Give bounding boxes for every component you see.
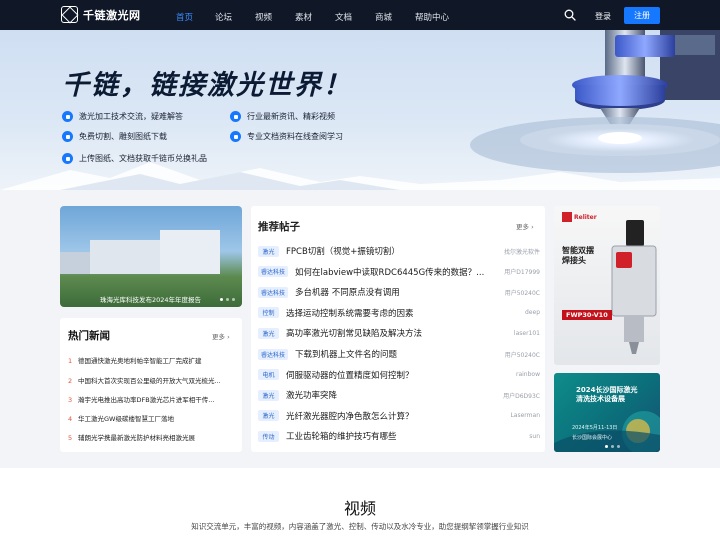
post-row[interactable]: 控制 选择运动控制系统需要考虑的因素 deep xyxy=(258,306,540,320)
post-tag[interactable]: 控制 xyxy=(258,307,279,319)
hot-news-panel: 热门新闻 更多 › 1 德国通快激光奥地利帕辛智能工厂完成扩建 2 中国科大首次实现… xyxy=(60,318,242,452)
post-row[interactable]: 激光 光纤激光器腔内净色散怎么计算？ Laserman xyxy=(258,409,540,423)
hero-feature: 专业文档资料在线查阅学习 xyxy=(230,131,343,142)
welding-head-image xyxy=(562,212,657,354)
post-row[interactable]: 睿达科技 下载到机器上文件名的问题 用户50240C xyxy=(258,347,540,361)
posts-title: 推荐帖子 xyxy=(258,221,300,233)
ad-date: 2024年5月11-13日 xyxy=(572,425,618,431)
post-author: 用户D6D93C xyxy=(503,392,540,400)
hot-news-more-link[interactable]: 更多 › xyxy=(212,331,230,341)
nav-help[interactable]: 帮助中心 xyxy=(415,11,449,23)
post-tag[interactable]: 电机 xyxy=(258,369,279,381)
search-icon[interactable] xyxy=(564,9,576,21)
news-carousel[interactable]: 珠海光库科技发布2024年年度报告 xyxy=(60,206,242,307)
post-tag[interactable]: 传动 xyxy=(258,430,279,442)
download-icon xyxy=(62,131,73,142)
list-item[interactable]: 3 瀚宇光电推出高功率DFB激光芯片进军相干传... xyxy=(68,394,236,404)
bulb-icon xyxy=(62,111,73,122)
hero-feature: 激光加工技术交流，疑难解答 xyxy=(62,111,183,122)
ad-expo[interactable]: 2024长沙国际激光 清洗技术设备展 2024年5月11-13日 长沙国际会展中… xyxy=(554,373,660,452)
post-row[interactable]: 激光 高功率激光切割常见缺陷及解决方法 laser101 xyxy=(258,326,540,340)
nav-video[interactable]: 视频 xyxy=(255,11,272,23)
top-nav: 千链激光网 首页 论坛 视频 素材 文档 商城 帮助中心 登录 注册 xyxy=(0,0,720,30)
building-image xyxy=(60,252,90,274)
post-tag[interactable]: 睿达科技 xyxy=(258,348,289,360)
brand-name: 千链激光网 xyxy=(83,8,141,22)
post-row[interactable]: 睿达科技 如何在labview中读取RDC6445G传来的数据？... 用户D179… xyxy=(258,265,540,279)
ad-venue: 长沙国际会展中心 xyxy=(572,435,613,441)
nav-docs[interactable]: 文档 xyxy=(335,11,352,23)
nav-mall[interactable]: 商城 xyxy=(375,11,392,23)
post-title[interactable]: 高功率激光切割常见缺陷及解决方法 xyxy=(286,327,496,339)
post-row[interactable]: 睿达科技 多台机器 不同原点没有调用 用户50240C xyxy=(258,285,540,299)
login-link[interactable]: 登录 xyxy=(595,11,611,22)
building-image xyxy=(160,230,220,274)
ad-model: FWP30-V10 xyxy=(562,310,612,320)
post-tag[interactable]: 睿达科技 xyxy=(258,286,289,298)
hero-title: 千链，链接激光世界！ xyxy=(62,70,352,101)
post-tag[interactable]: 激光 xyxy=(258,327,279,339)
hero-banner[interactable]: 千链，链接激光世界！ 激光加工技术交流，疑难解答 行业最新资讯、精彩视频 免费切… xyxy=(0,30,720,190)
post-tag[interactable]: 激光 xyxy=(258,410,279,422)
post-title[interactable]: 光纤激光器腔内净色散怎么计算？ xyxy=(286,410,496,422)
post-title[interactable]: 如何在labview中读取RDC6445G传来的数据？... xyxy=(295,266,496,278)
post-title[interactable]: FPCB切割（视觉+振镜切割） xyxy=(286,245,496,257)
document-icon xyxy=(230,131,241,142)
ad-headline: 智能双摆 焊接头 xyxy=(562,246,594,266)
post-author: 找尔激光软件 xyxy=(503,248,540,256)
list-item[interactable]: 2 中国科大首次实现百公里级的开放大气双光梳光... xyxy=(68,375,236,385)
nav-home[interactable]: 首页 xyxy=(176,11,193,23)
post-title[interactable]: 工业齿轮箱的维护技巧有哪些 xyxy=(286,430,496,442)
ad-brand: Reliter xyxy=(574,214,597,221)
list-item[interactable]: 1 德国通快激光奥地利帕辛智能工厂完成扩建 xyxy=(68,355,236,365)
carousel-caption: 珠海光库科技发布2024年年度报告 xyxy=(100,296,202,304)
post-row[interactable]: 电机 伺服驱动器的位置精度如何控制？ rainbow xyxy=(258,368,540,382)
post-title[interactable]: 激光功率突降 xyxy=(286,389,496,401)
post-author: 用户D17999 xyxy=(504,269,540,277)
list-item[interactable]: 5 辅朗光学携最新激光防护材料亮相激光展 xyxy=(68,432,236,442)
post-author: rainbow xyxy=(516,371,540,379)
hot-news-title: 热门新闻 xyxy=(68,330,110,342)
ad-welding-head[interactable]: Reliter 智能双摆 焊接头 FWP30-V10 xyxy=(554,206,660,365)
ad-carousel-dots[interactable] xyxy=(605,445,620,448)
post-title[interactable]: 伺服驱动器的位置精度如何控制？ xyxy=(286,369,496,381)
hero-feature: 免费切割、雕刻图纸下载 xyxy=(62,131,167,142)
post-author: sun xyxy=(529,432,540,440)
video-section: 视频 知识交流单元，丰富的视频，内容涵盖了激光、控制、传动以及水冷专业，助您提纲… xyxy=(0,468,720,540)
video-icon xyxy=(230,111,241,122)
carousel-dots[interactable] xyxy=(220,298,235,301)
logo-icon xyxy=(61,6,78,23)
hero-feature: 行业最新资讯、精彩视频 xyxy=(230,111,335,122)
site-logo[interactable]: 千链激光网 xyxy=(61,6,141,23)
post-row[interactable]: 激光 激光功率突降 用户D6D93C xyxy=(258,388,540,402)
list-item[interactable]: 4 华工激光GW级碳楼智慧工厂落地 xyxy=(68,413,236,423)
building-image xyxy=(90,240,160,274)
post-row[interactable]: 传动 工业齿轮箱的维护技巧有哪些 sun xyxy=(258,429,540,443)
hero-feature: 上传图纸、文档获取千链币兑换礼品 xyxy=(62,153,207,164)
post-title[interactable]: 选择运动控制系统需要考虑的因素 xyxy=(286,307,496,319)
nav-forum[interactable]: 论坛 xyxy=(215,11,232,23)
posts-more-link[interactable]: 更多 › xyxy=(516,221,534,231)
post-author: 用户50240C xyxy=(504,289,540,297)
post-author: Laserman xyxy=(510,412,540,420)
nav-material[interactable]: 素材 xyxy=(295,11,312,23)
post-row[interactable]: 激光 FPCB切割（视觉+振镜切割） 找尔激光软件 xyxy=(258,244,540,258)
post-author: laser101 xyxy=(513,329,540,337)
video-section-subtitle: 知识交流单元，丰富的视频，内容涵盖了激光、控制、传动以及水冷专业，助您提纲挈领掌… xyxy=(191,522,529,531)
gift-icon xyxy=(62,153,73,164)
post-tag[interactable]: 激光 xyxy=(258,389,279,401)
post-tag[interactable]: 睿达科技 xyxy=(258,266,289,278)
video-section-title: 视频 xyxy=(343,499,376,518)
post-author: deep xyxy=(525,309,540,317)
post-tag[interactable]: 激光 xyxy=(258,245,279,257)
post-title[interactable]: 下载到机器上文件名的问题 xyxy=(295,348,496,360)
post-title[interactable]: 多台机器 不同原点没有调用 xyxy=(295,286,496,298)
recommended-posts-panel: 推荐帖子 更多 › 激光 FPCB切割（视觉+振镜切割） 找尔激光软件 睿达科技 如何在… xyxy=(251,206,545,452)
post-author: 用户50240C xyxy=(504,351,540,359)
register-button[interactable]: 注册 xyxy=(624,7,660,24)
ad-headline: 2024长沙国际激光 清洗技术设备展 xyxy=(576,386,638,403)
